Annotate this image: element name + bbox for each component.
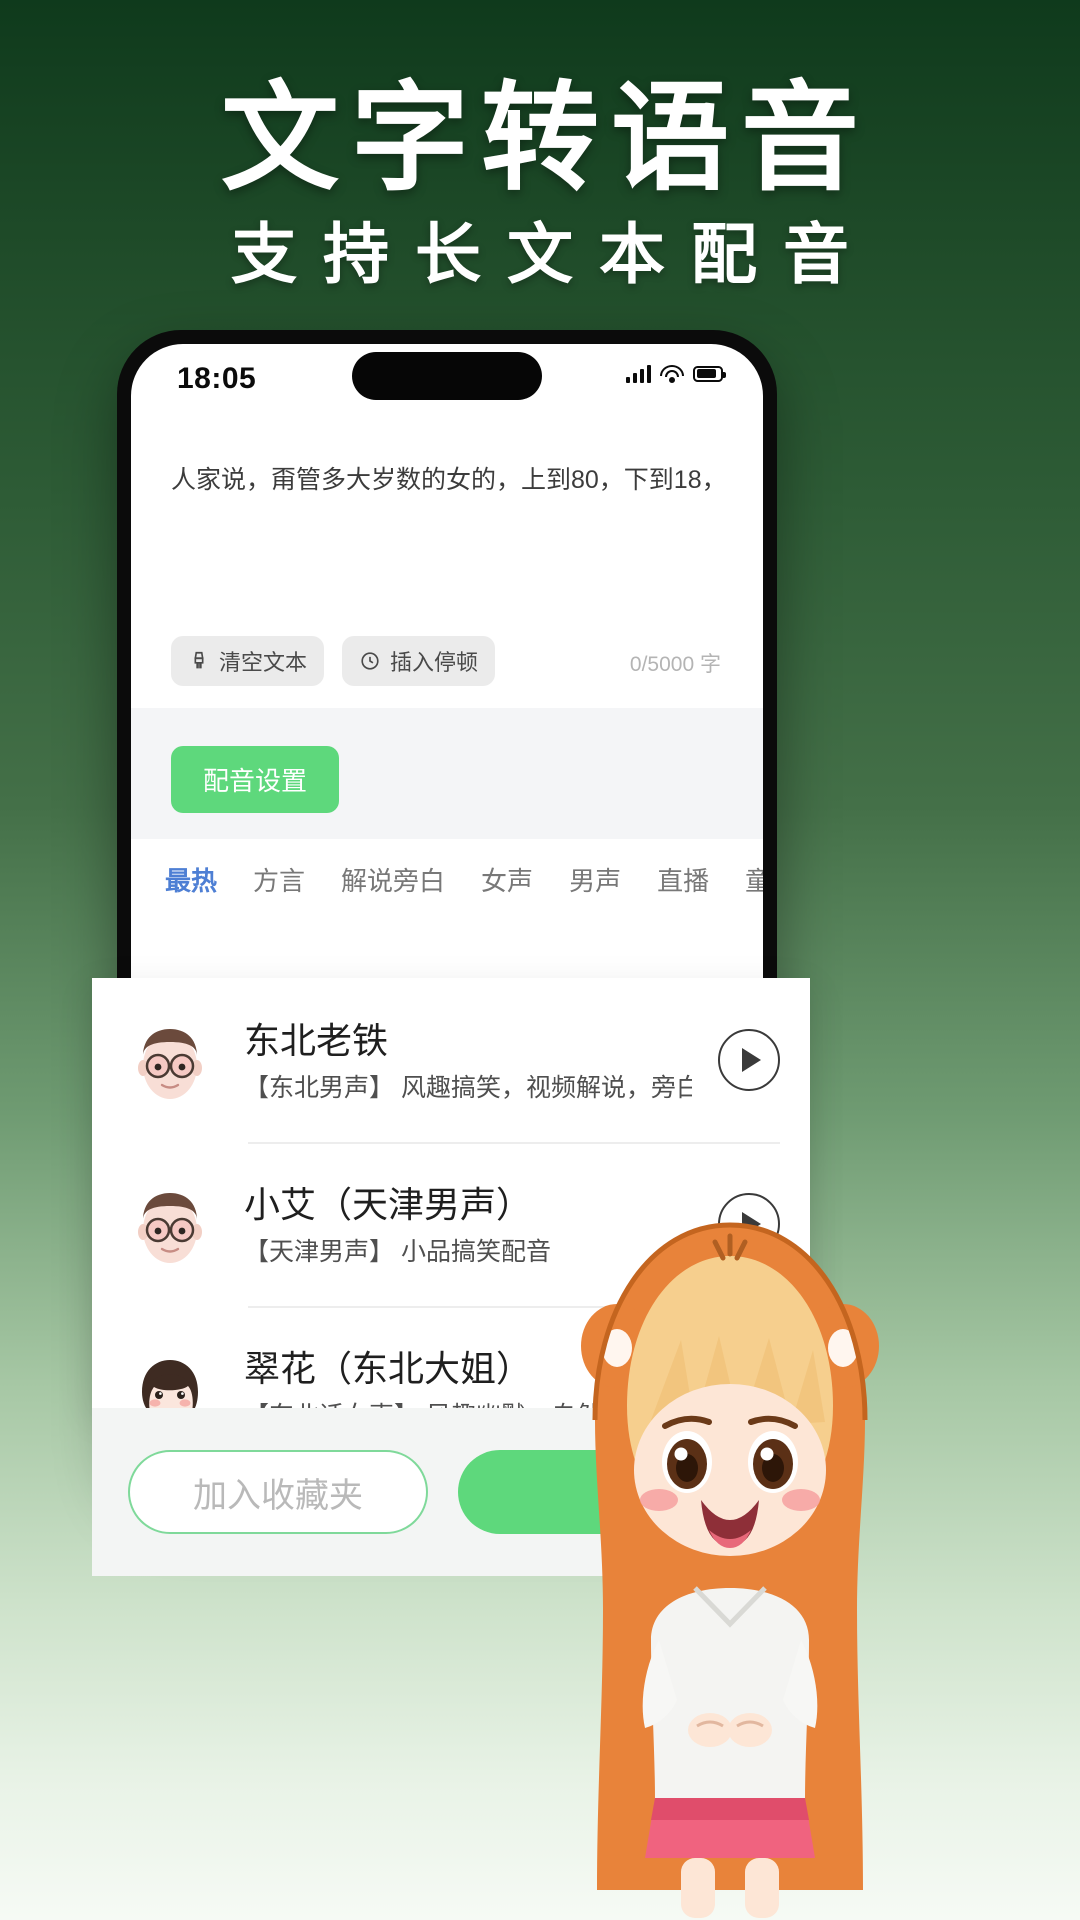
status-icons	[625, 364, 726, 383]
female-bob-avatar	[142, 1360, 198, 1408]
tab-hottest[interactable]: 最热	[165, 861, 217, 898]
dub-settings-bar: 配音设置	[131, 724, 763, 839]
wifi-icon	[660, 364, 684, 383]
mascot-character	[555, 1170, 905, 1920]
male-glasses-avatar	[138, 1193, 202, 1263]
add-to-favorites-button[interactable]: 加入收藏夹	[128, 1450, 428, 1534]
status-bar: 18:05	[131, 344, 763, 408]
tab-male-voice[interactable]: 男声	[569, 861, 621, 898]
voice-description: 【东北男声】 风趣搞笑，视频解说，旁白配音	[244, 1073, 692, 1102]
voice-meta: 东北老铁 【东北男声】 风趣搞笑，视频解说，旁白配音	[244, 1018, 692, 1103]
insert-pause-label: 插入停顿	[390, 650, 479, 675]
editor-toolbar: 清空文本 插入停顿	[171, 636, 496, 686]
tab-child-voice[interactable]: 童声	[745, 861, 763, 898]
tab-livestream[interactable]: 直播	[657, 861, 709, 898]
signal-bars-icon	[625, 364, 651, 383]
clock-icon	[361, 652, 379, 670]
list-item[interactable]: 东北老铁 【东北男声】 风趣搞笑，视频解说，旁白配音	[92, 978, 810, 1142]
voice-name: 东北老铁	[244, 1019, 389, 1061]
dub-settings-button[interactable]: 配音设置	[171, 746, 340, 813]
dynamic-island	[352, 352, 542, 400]
umaru-hamster-hood-character	[581, 1222, 879, 1918]
section-divider	[131, 708, 763, 724]
tab-narration[interactable]: 解说旁白	[341, 861, 445, 898]
text-editor-card[interactable]: 人家说，甭管多大岁数的女的，上到80，下到18，统称姐姐 清空文本 插入	[131, 408, 763, 708]
avatar	[122, 1340, 218, 1408]
page-title: 文字转语音	[220, 73, 871, 205]
status-time: 18:05	[177, 362, 257, 395]
male-glasses-avatar	[138, 1029, 202, 1099]
avatar	[122, 1012, 218, 1108]
page-subtitle: 支持长文本配音	[231, 217, 875, 291]
clear-text-label: 清空文本	[219, 650, 308, 675]
tab-dialect[interactable]: 方言	[253, 861, 305, 898]
insert-pause-button[interactable]: 插入停顿	[342, 636, 496, 686]
play-circle-icon[interactable]	[718, 1029, 780, 1091]
tab-female-voice[interactable]: 女声	[481, 861, 533, 898]
voice-category-tabs[interactable]: 最热 方言 解说旁白 女声 男声 直播 童声 最	[131, 839, 763, 916]
clear-text-button[interactable]: 清空文本	[171, 636, 325, 686]
brush-icon	[194, 651, 204, 669]
editor-input[interactable]: 人家说，甭管多大岁数的女的，上到80，下到18，统称姐姐	[171, 460, 723, 500]
battery-icon	[693, 365, 726, 382]
poster-background: 文字转语音 支持长文本配音 18:05 人家说，甭管多大岁数的女的，上到80，下…	[0, 0, 1080, 1920]
character-counter: 0/5000 字	[629, 653, 721, 676]
avatar	[122, 1176, 218, 1272]
